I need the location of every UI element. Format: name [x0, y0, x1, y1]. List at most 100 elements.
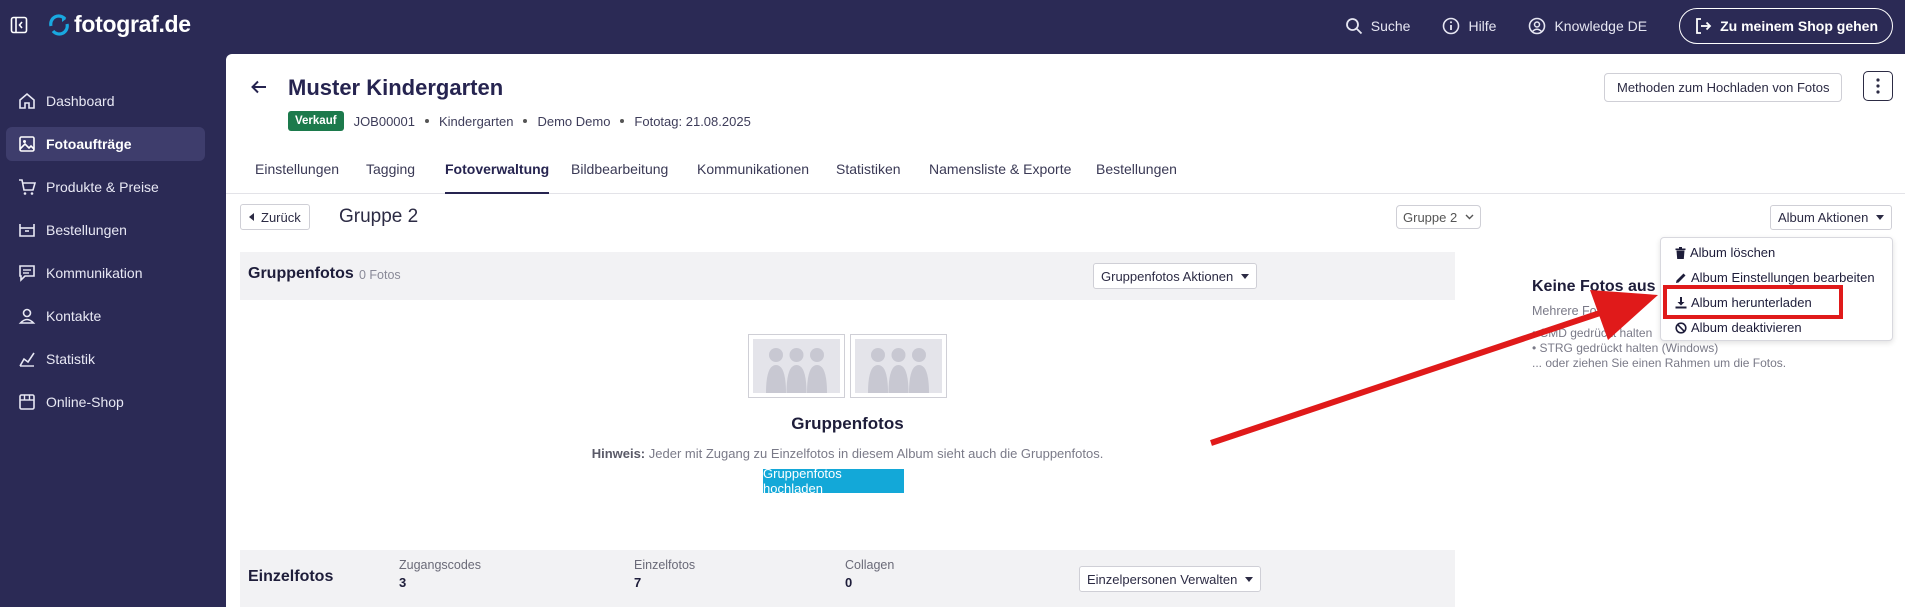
logo-text: fotograf.de [74, 11, 191, 37]
group-photos-actions-label: Gruppenfotos Aktionen [1101, 268, 1234, 284]
job-id: JOB00001 [353, 113, 415, 129]
search-link[interactable]: Suche [1345, 17, 1411, 35]
logout-icon [1696, 18, 1712, 34]
group-photo-placeholder [748, 334, 845, 398]
sidebar-item-label: Bestellungen [46, 222, 127, 238]
tab-statistiken[interactable]: Statistiken [836, 158, 901, 194]
caret-down-icon [1245, 576, 1254, 582]
go-to-shop-button[interactable]: Zu meinem Shop gehen [1679, 8, 1893, 44]
tab-bar: Einstellungen Tagging Fotoverwaltung Bil… [226, 158, 1905, 194]
top-bar: fotograf.de Suche Hilfe Knowledge DE Zu … [0, 0, 1905, 52]
tab-namensliste[interactable]: Namensliste & Exporte [929, 158, 1071, 194]
cart-icon [19, 179, 36, 195]
tab-fotoverwaltung[interactable]: Fotoverwaltung [445, 158, 550, 194]
menu-item-label: Album löschen [1690, 245, 1776, 260]
sidebar-item-label: Produkte & Preise [46, 179, 159, 195]
main-panel: Muster Kindergarten Verkauf JOB00001 Kin… [226, 54, 1905, 607]
group-people-icon [766, 348, 827, 393]
menu-item-label: Album deaktivieren [1691, 320, 1802, 335]
chart-icon [19, 352, 35, 367]
upload-group-photos-button[interactable]: Gruppenfotos hochladen [763, 466, 904, 496]
sidebar-item-produkte[interactable]: Produkte & Preise [6, 170, 205, 204]
selection-panel-subtitle: Mehrere Fotos [1532, 304, 1614, 318]
back-button-label: Zurück [261, 209, 301, 225]
single-photos-title: Einzelfotos [248, 568, 334, 585]
selection-tip: ... oder ziehen Sie einen Rahmen um die … [1532, 356, 1787, 370]
stat-label: Zugangscodes [399, 558, 482, 572]
group-photos-header: Gruppenfotos 0 Fotos Gruppenfotos Aktion… [240, 252, 1455, 300]
logo[interactable]: fotograf.de [48, 11, 191, 38]
menu-item-deactivate-album[interactable]: Album deaktivieren [1675, 320, 1802, 335]
image-icon [19, 136, 35, 152]
selection-tip: • STRG gedrückt halten (Windows) [1532, 341, 1719, 355]
stat-access-codes: Zugangscodes 3 [399, 558, 481, 590]
sidebar-item-label: Statistik [46, 351, 96, 367]
group-select[interactable]: Gruppe 2 [1396, 205, 1482, 229]
group-photos-count: 0 Fotos [359, 268, 401, 282]
group-photo-placeholder [850, 334, 947, 398]
info-icon [1443, 17, 1460, 35]
back-button[interactable]: Zurück [240, 204, 310, 230]
sidebar-item-bestellungen[interactable]: Bestellungen [6, 213, 205, 247]
job-type: Kindergarten [439, 113, 514, 129]
user-circle-icon [1529, 17, 1546, 35]
menu-item-delete-album[interactable]: Album löschen [1675, 245, 1775, 260]
tab-tagging[interactable]: Tagging [366, 158, 415, 194]
sidebar-item-label: Online-Shop [46, 394, 124, 410]
menu-item-edit-album-settings[interactable]: Album Einstellungen bearbeiten [1675, 270, 1875, 285]
chevron-down-icon [1465, 214, 1474, 220]
go-to-shop-label: Zu meinem Shop gehen [1720, 18, 1878, 34]
account-link[interactable]: Knowledge DE [1528, 17, 1647, 35]
box-icon [19, 224, 35, 237]
menu-item-label: Album Einstellungen bearbeiten [1691, 270, 1875, 285]
sidebar-item-label: Fotoaufträge [46, 136, 132, 152]
logo-icon [49, 13, 69, 36]
home-icon [19, 92, 35, 109]
back-arrow-icon[interactable] [250, 78, 268, 99]
hint-text: Jeder mit Zugang zu Einzelfotos in diese… [648, 446, 1104, 461]
job-shoot-date: Fototag: 21.08.2025 [634, 113, 751, 129]
job-meta: Verkauf JOB00001 Kindergarten Demo Demo … [288, 111, 751, 131]
sidebar-item-label: Dashboard [46, 93, 115, 109]
search-icon [1345, 18, 1362, 35]
sidebar-item-kontakte[interactable]: Kontakte [6, 299, 205, 333]
search-link-label: Suche [1370, 18, 1411, 34]
group-people-icon [868, 348, 929, 393]
selection-panel-title: Keine Fotos aus [1532, 278, 1656, 295]
tab-einstellungen[interactable]: Einstellungen [255, 158, 339, 194]
trash-icon [1675, 246, 1686, 259]
hint-label: Hinweis: [591, 446, 646, 461]
sidebar-item-dashboard[interactable]: Dashboard [6, 84, 205, 118]
stat-value: 7 [634, 575, 642, 590]
sidebar-item-statistik[interactable]: Statistik [6, 342, 205, 376]
account-link-label: Knowledge DE [1554, 18, 1648, 34]
help-link[interactable]: Hilfe [1442, 17, 1496, 35]
separator-dot [425, 119, 429, 123]
stat-single-photos: Einzelfotos 7 [634, 558, 695, 590]
page-title: Muster Kindergarten [288, 75, 504, 100]
tab-bildbearbeitung[interactable]: Bildbearbeitung [571, 158, 668, 194]
empty-state-title: Gruppenfotos [791, 414, 904, 433]
kebab-icon [1876, 78, 1880, 94]
message-icon [19, 265, 35, 282]
manage-persons-button[interactable]: Einzelpersonen Verwalten [1079, 566, 1262, 592]
pencil-icon [1676, 273, 1686, 283]
sidebar: Dashboard Fotoaufträge Produkte & Preise… [0, 52, 226, 607]
album-actions-button[interactable]: Album Aktionen [1770, 205, 1893, 230]
sidebar-collapse-icon[interactable] [10, 16, 28, 34]
empty-state-hint: Hinweis: Jeder mit Zugang zu Einzelfotos… [226, 446, 1469, 461]
sidebar-item-fotoauftraege[interactable]: Fotoaufträge [6, 127, 205, 161]
more-options-button[interactable] [1863, 71, 1893, 101]
single-photos-header: Einzelfotos Zugangscodes 3 Einzelfotos 7… [240, 550, 1455, 607]
group-photos-actions-button[interactable]: Gruppenfotos Aktionen [1093, 263, 1258, 289]
stat-value: 0 [845, 575, 853, 590]
sidebar-item-kommunikation[interactable]: Kommunikation [6, 256, 205, 290]
stat-label: Collagen [845, 558, 895, 572]
caret-left-icon [249, 213, 254, 221]
tab-kommunikationen[interactable]: Kommunikationen [697, 158, 809, 194]
sidebar-item-label: Kontakte [46, 308, 102, 324]
tab-bestellungen[interactable]: Bestellungen [1096, 158, 1177, 194]
upload-methods-button[interactable]: Methoden zum Hochladen von Fotos [1604, 73, 1843, 102]
annotation-highlight-box [1663, 285, 1843, 319]
sidebar-item-online-shop[interactable]: Online-Shop [6, 385, 205, 419]
